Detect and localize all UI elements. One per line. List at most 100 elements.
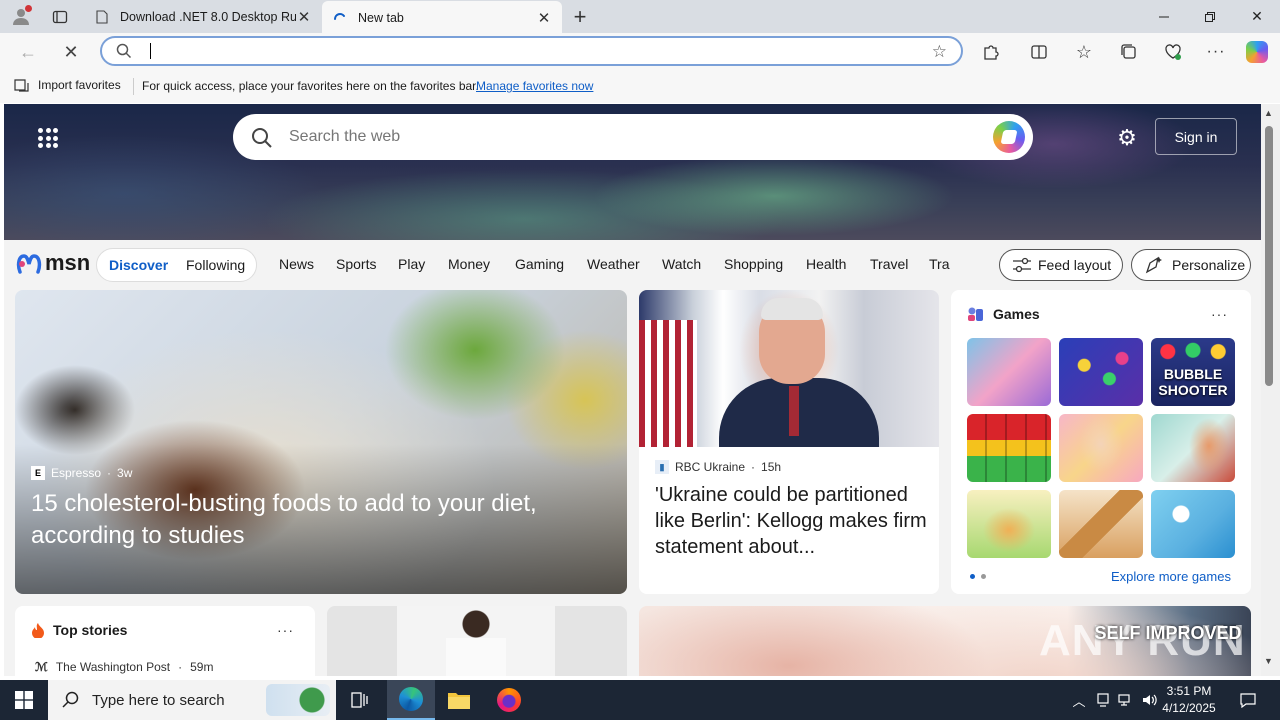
divider (133, 78, 134, 95)
split-screen-button[interactable] (1027, 41, 1051, 63)
sign-in-button[interactable]: Sign in (1155, 118, 1237, 155)
close-tab-icon[interactable]: ✕ (296, 9, 312, 26)
taskbar-search-box[interactable]: Type here to search (48, 680, 336, 720)
nav-play[interactable]: Play (398, 256, 425, 272)
nav-travel[interactable]: Travel (870, 256, 908, 272)
restore-button[interactable] (1187, 0, 1233, 33)
feed-layout-button[interactable]: Feed layout (999, 249, 1123, 281)
nav-weather[interactable]: Weather (587, 256, 640, 272)
text-caret (150, 43, 151, 59)
back-button[interactable]: ← (14, 39, 42, 65)
explore-more-games-link[interactable]: Explore more games (1111, 569, 1231, 584)
game-tile-thief-puzzle[interactable] (1151, 490, 1235, 558)
hero-story-title[interactable]: 15 cholesterol-busting foods to add to y… (31, 488, 591, 552)
clock-time: 3:51 PM (1166, 684, 1212, 698)
windows-logo-icon (15, 691, 33, 709)
nav-gaming[interactable]: Gaming (515, 256, 564, 272)
collections-button[interactable] (1117, 41, 1141, 63)
address-input[interactable] (148, 41, 908, 61)
source-name: Espresso (51, 466, 102, 480)
system-clock[interactable]: 3:51 PM 4/12/2025 (1156, 683, 1222, 717)
top-stories-title: Top stories (53, 622, 128, 638)
notification-dot (25, 5, 32, 12)
health-story-card[interactable]: ANY RUN SELF IMPROVED (639, 606, 1251, 676)
game-tile-blocks[interactable] (967, 414, 1051, 482)
taskbar-firefox[interactable] (485, 680, 533, 720)
game-tile-wood-screw[interactable] (1059, 490, 1143, 558)
favorite-star-icon[interactable]: ☆ (932, 42, 947, 62)
tab-discover[interactable]: Discover (109, 257, 168, 273)
start-button[interactable] (0, 680, 48, 720)
game-tile-hospital[interactable] (1151, 414, 1235, 482)
nav-watch[interactable]: Watch (662, 256, 701, 272)
msn-logo[interactable]: msn (16, 250, 90, 276)
new-tab-button[interactable]: + (568, 4, 592, 29)
carousel-dot-active[interactable] (970, 574, 975, 579)
nav-news[interactable]: News (279, 256, 314, 272)
settings-more-button[interactable]: ··· (1204, 41, 1228, 63)
tab-actions-button[interactable] (48, 6, 72, 28)
feed-layout-label: Feed layout (1038, 257, 1112, 273)
nav-sports[interactable]: Sports (336, 256, 376, 272)
source-logo: E (31, 466, 45, 480)
page-scrollbar[interactable]: ▲ ▼ (1261, 104, 1280, 676)
nav-health[interactable]: Health (806, 256, 846, 272)
close-tab-icon[interactable]: ✕ (536, 10, 552, 27)
taskbar-edge-app[interactable] (387, 680, 435, 720)
app-launcher-icon[interactable] (38, 128, 58, 148)
game-tile-jewels[interactable] (1059, 338, 1143, 406)
minimize-button[interactable] (1141, 0, 1187, 33)
msn-nav-bar: msn Discover Following News Sports Play … (4, 240, 1261, 290)
game-tile-dressup[interactable] (1059, 414, 1143, 482)
hero-story-card[interactable]: E Espresso · 3w 15 cholesterol-busting f… (15, 290, 627, 594)
network-icon[interactable] (1115, 680, 1137, 720)
game-tile-bubble-shooter[interactable]: BUBBLE SHOOTER (1151, 338, 1235, 406)
tab-dotnet-download[interactable]: Download .NET 8.0 Desktop Runt ✕ (84, 0, 322, 33)
favorites-bar: Import favorites For quick access, place… (0, 70, 1280, 103)
news-story-title[interactable]: 'Ukraine could be partitioned like Berli… (655, 482, 931, 560)
nav-traffic[interactable]: Tra (929, 256, 951, 272)
favorites-button[interactable]: ☆ (1072, 41, 1096, 63)
taskbar-search-placeholder: Type here to search (92, 691, 225, 709)
game-tile-shiba[interactable] (967, 490, 1051, 558)
taskbar-file-explorer[interactable] (435, 680, 483, 720)
show-hidden-icons-button[interactable]: ︿ (1068, 680, 1090, 720)
extensions-button[interactable] (979, 41, 1003, 63)
import-favorites-button[interactable]: Import favorites (14, 78, 121, 92)
rbc-logo-icon: ▮ (655, 460, 669, 474)
game-tile-makeup[interactable] (967, 338, 1051, 406)
tab-new-tab[interactable]: New tab ✕ (322, 1, 562, 34)
page-settings-gear-icon[interactable]: ⚙ (1114, 125, 1140, 151)
more-options-icon[interactable]: ··· (1211, 306, 1228, 322)
scroll-thumb[interactable] (1265, 126, 1273, 386)
nav-money[interactable]: Money (448, 256, 490, 272)
loading-spinner-icon (332, 10, 348, 26)
tab-title: Download .NET 8.0 Desktop Runt (120, 9, 296, 24)
puzzle-icon (984, 45, 999, 60)
copilot-icon[interactable] (993, 121, 1025, 153)
address-bar[interactable]: ☆ (100, 36, 963, 66)
profile-button[interactable] (8, 5, 34, 27)
device-icon[interactable] (1093, 680, 1113, 720)
close-window-button[interactable]: ✕ (1234, 0, 1280, 33)
scroll-up-icon[interactable]: ▲ (1264, 108, 1273, 118)
tab-following[interactable]: Following (186, 257, 245, 273)
scroll-down-icon[interactable]: ▼ (1264, 656, 1273, 666)
browser-essentials-button[interactable] (1161, 41, 1185, 63)
manage-favorites-link[interactable]: Manage favorites now (476, 79, 593, 93)
news-story-card[interactable]: ▮ RBC Ukraine · 15h 'Ukraine could be pa… (639, 290, 939, 594)
personalize-button[interactable]: Personalize (1131, 249, 1251, 281)
notification-center-button[interactable] (1234, 680, 1262, 720)
carousel-dot[interactable] (981, 574, 986, 579)
stop-loading-button[interactable]: ✕ (57, 39, 85, 65)
task-view-button[interactable] (336, 680, 384, 720)
more-options-icon[interactable]: ··· (277, 622, 294, 638)
copilot-button[interactable] (1245, 41, 1269, 63)
fashion-story-card[interactable] (327, 606, 627, 676)
web-search-box[interactable]: Search the web (233, 114, 1033, 160)
story-age: 3w (117, 466, 133, 480)
games-card: Games ··· BUBBLE SHOOTER Explore more ga… (951, 290, 1251, 594)
split-screen-icon (1031, 45, 1047, 59)
story-source: ℳ The Washington Post · 59m (35, 660, 214, 674)
nav-shopping[interactable]: Shopping (724, 256, 783, 272)
